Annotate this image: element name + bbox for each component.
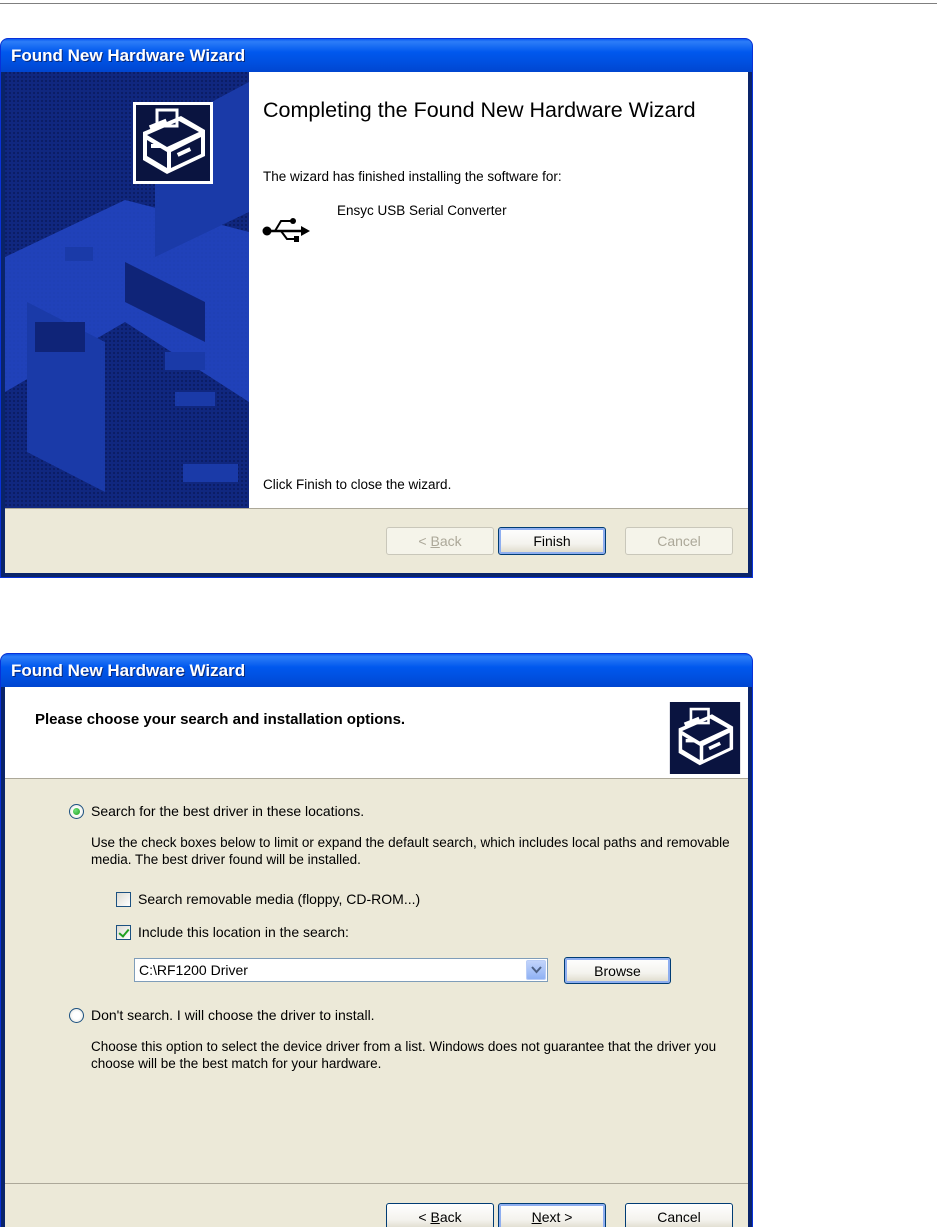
footer-divider	[5, 508, 748, 509]
window-title[interactable]: Found New Hardware Wizard	[1, 654, 752, 687]
back-button[interactable]: < Back	[386, 1203, 494, 1227]
device-name: Ensyc USB Serial Converter	[337, 203, 507, 218]
page-top-rule	[0, 3, 937, 4]
search-best-driver-label[interactable]: Search for the best driver in these loca…	[91, 803, 364, 819]
back-button[interactable]: < Back	[386, 527, 494, 555]
wizard-frame: Completing the Found New Hardware Wizard…	[5, 72, 748, 573]
hardware-wizard-icon	[133, 102, 213, 184]
wizard-window-search-options: Found New Hardware Wizard Please choose …	[0, 653, 753, 1227]
browse-button[interactable]: Browse	[564, 957, 671, 984]
page-title: Completing the Found New Hardware Wizard	[263, 98, 696, 122]
wizard-banner	[5, 72, 249, 508]
include-location-label[interactable]: Include this location in the search:	[138, 924, 349, 940]
finish-button[interactable]: Finish	[498, 527, 606, 555]
finished-text: The wizard has finished installing the s…	[263, 169, 562, 184]
removable-media-label[interactable]: Search removable media (floppy, CD-ROM..…	[138, 891, 420, 907]
footer-divider	[5, 1183, 748, 1184]
page-title: Please choose your search and installati…	[35, 711, 406, 728]
search-best-driver-radio[interactable]	[69, 804, 84, 819]
wizard-window-completing: Found New Hardware Wizard Completing the…	[0, 38, 753, 578]
dropdown-arrow-icon[interactable]	[526, 960, 546, 980]
search-description: Use the check boxes below to limit or ex…	[91, 835, 730, 867]
include-location-checkbox[interactable]	[116, 925, 131, 940]
window-title[interactable]: Found New Hardware Wizard	[1, 39, 752, 72]
hardware-wizard-icon	[669, 702, 741, 774]
next-button[interactable]: Next >	[498, 1203, 606, 1227]
dont-search-label[interactable]: Don't search. I will choose the driver t…	[91, 1007, 375, 1023]
cancel-button[interactable]: Cancel	[625, 1203, 733, 1227]
header-divider	[5, 778, 748, 779]
removable-media-checkbox[interactable]	[116, 892, 131, 907]
location-value[interactable]: C:\RF1200 Driver	[139, 962, 248, 978]
wizard-content: Completing the Found New Hardware Wizard…	[249, 72, 748, 508]
wizard-header: Please choose your search and installati…	[5, 687, 748, 778]
location-combobox[interactable]: C:\RF1200 Driver	[134, 958, 548, 982]
wizard-frame: Please choose your search and installati…	[5, 687, 748, 1227]
dont-search-radio[interactable]	[69, 1008, 84, 1023]
close-hint: Click Finish to close the wizard.	[263, 477, 452, 492]
usb-icon	[262, 218, 310, 242]
cancel-button[interactable]: Cancel	[625, 527, 733, 555]
dont-search-description: Choose this option to select the device …	[91, 1039, 717, 1071]
